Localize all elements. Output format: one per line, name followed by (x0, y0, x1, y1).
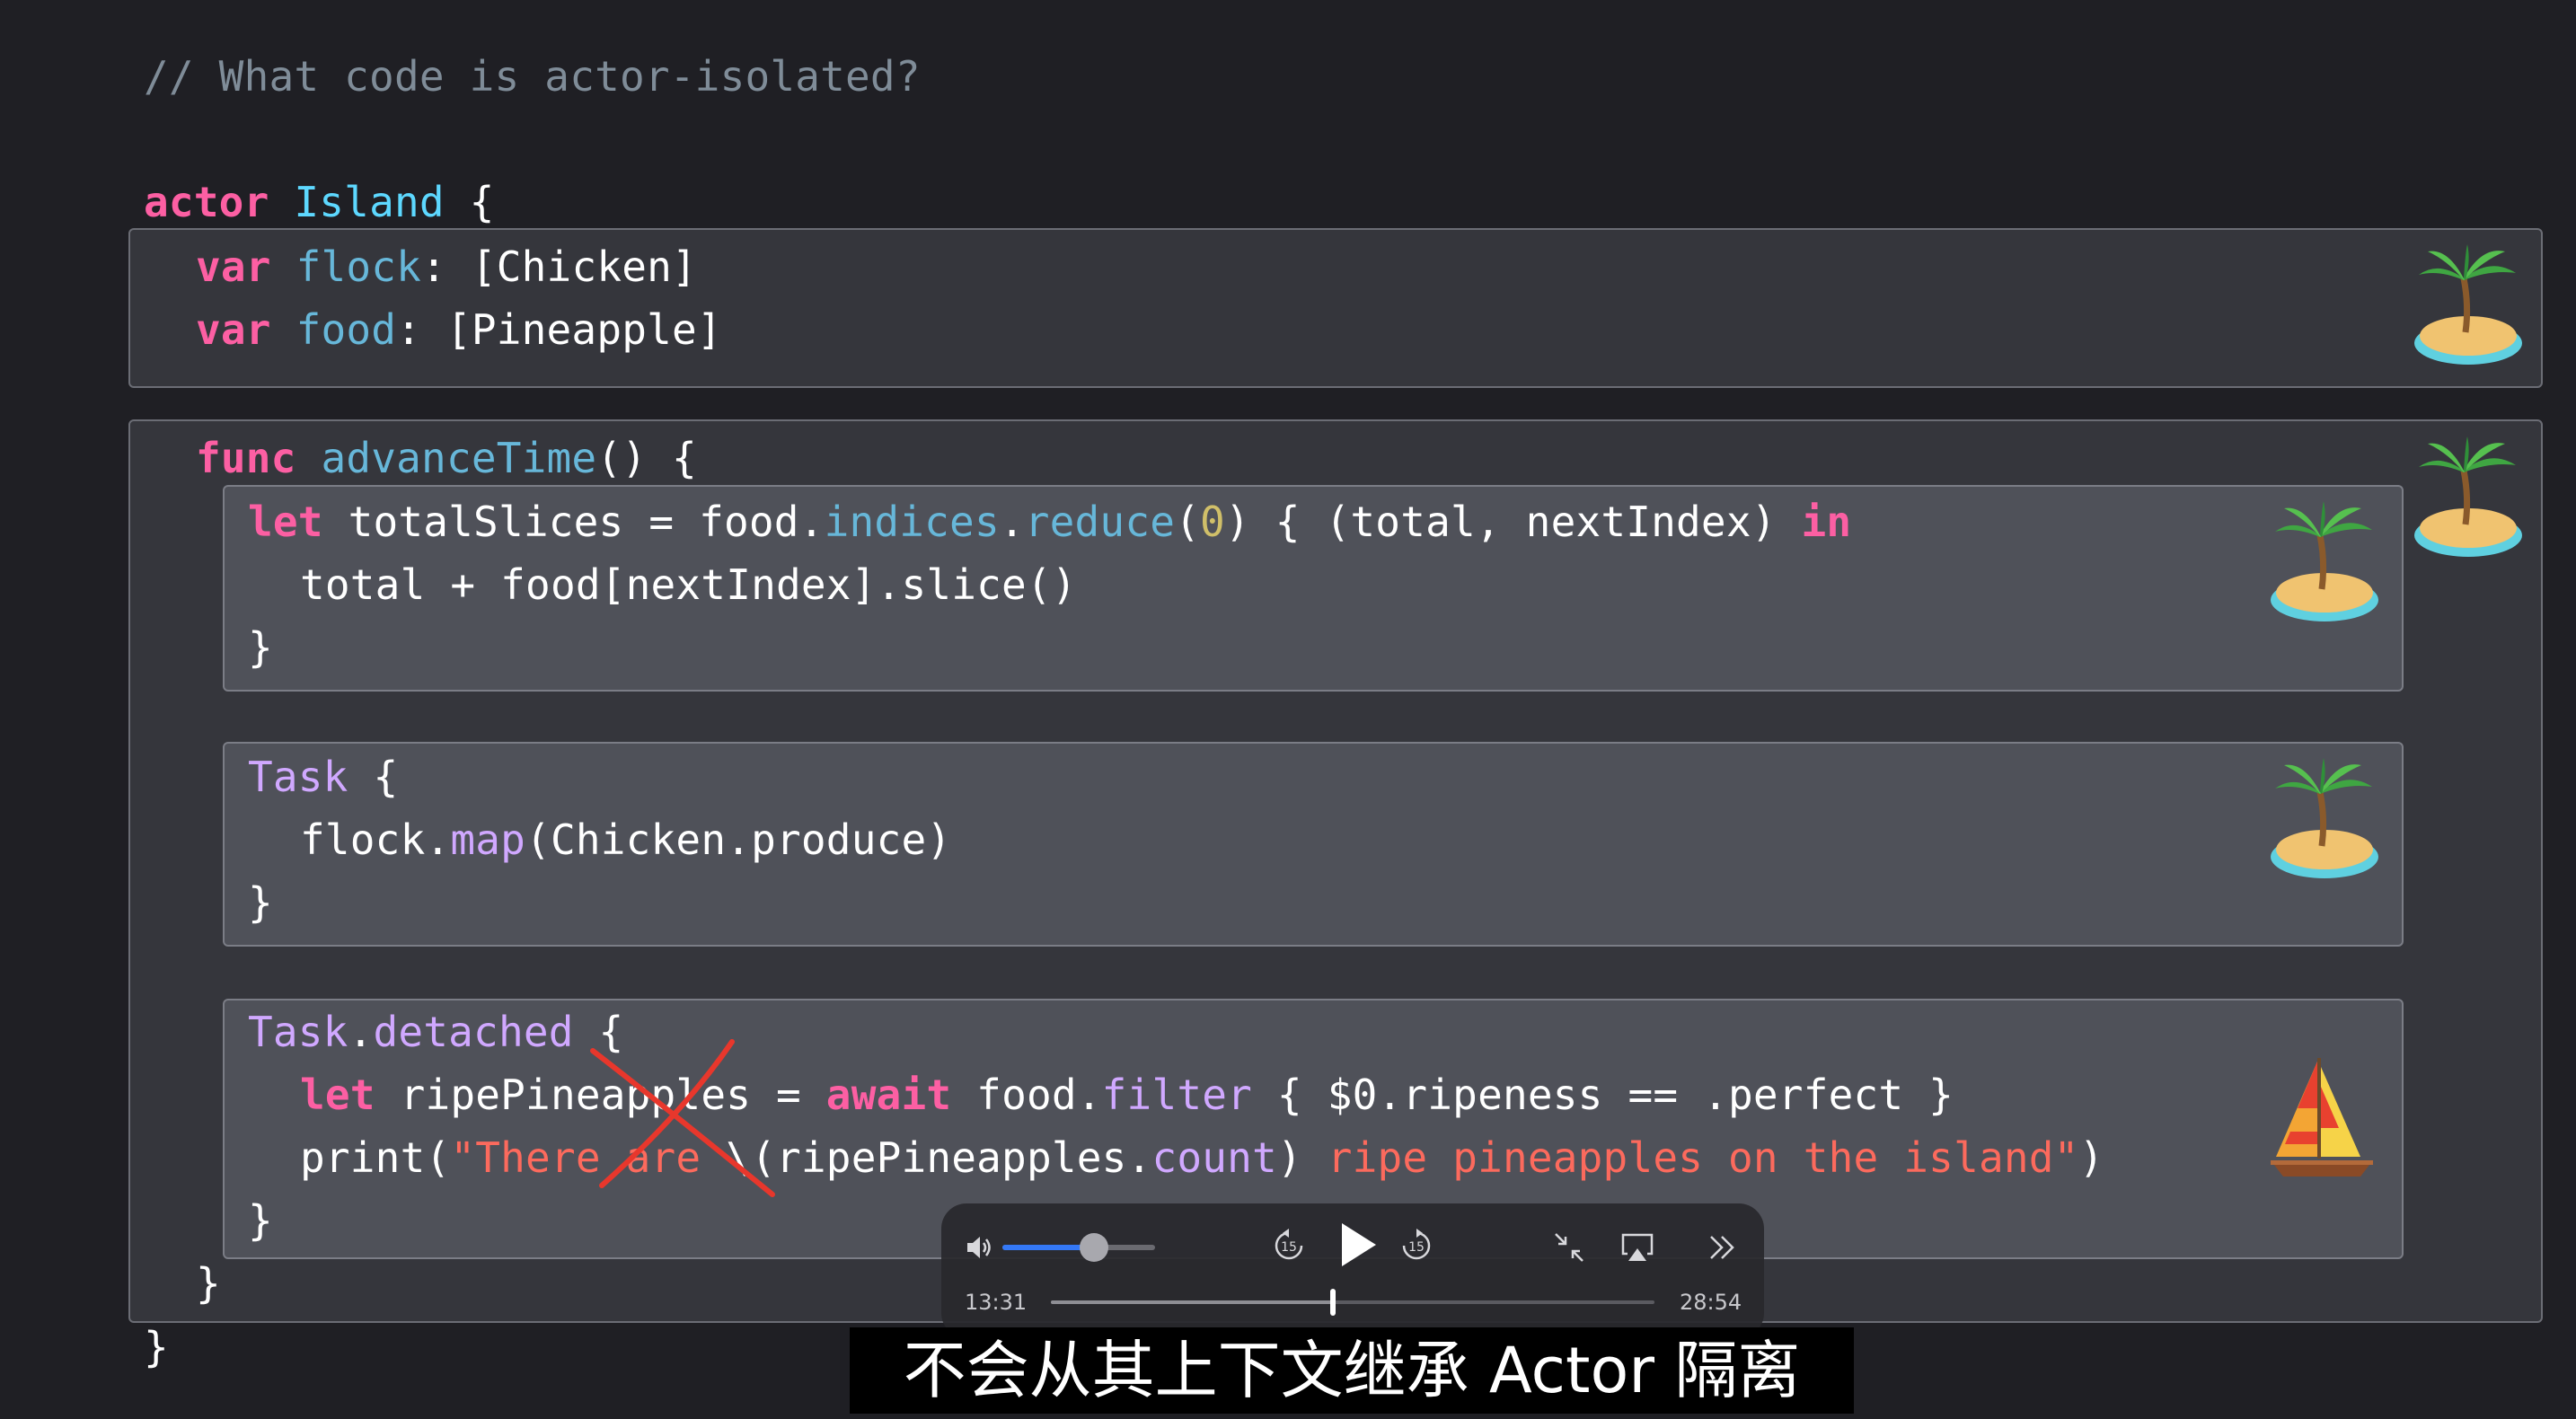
detached-line-3: print("There are \(ripePineapples.count)… (300, 1126, 2104, 1189)
task-line-2: flock.map(Chicken.produce) (300, 808, 951, 871)
code-text: print( (300, 1133, 451, 1182)
await-keyword: await (825, 1071, 952, 1119)
subtitle-caption: 不会从其上下文继承 Actor 隔离 (850, 1327, 1854, 1414)
code-comment: // What code is actor-isolated? (144, 52, 921, 101)
sailboat-icon (2271, 1058, 2373, 1177)
volume-slider-track[interactable] (1002, 1233, 1155, 1262)
let-keyword: let (300, 1071, 375, 1119)
number-literal: 0 (1200, 498, 1225, 546)
let-keyword: let (248, 498, 323, 546)
reduce-line-2: total + food[nextIndex].slice() (300, 560, 1077, 609)
indices-property: indices (824, 498, 1000, 546)
flock-property: flock (296, 242, 422, 291)
skip-forward-seconds: 15 (1408, 1240, 1425, 1255)
map-method: map (450, 815, 526, 864)
task-type: Task (248, 753, 348, 801)
island-icon (2271, 758, 2378, 878)
code-text: flock. (300, 815, 451, 864)
play-icon[interactable] (1329, 1218, 1383, 1272)
code-text: { $0.ripeness == .perfect } (1252, 1071, 1954, 1119)
var-flock-line: var flock: [Chicken] (196, 235, 697, 298)
airplay-icon[interactable] (1620, 1230, 1654, 1265)
volume-slider-knob[interactable] (1080, 1233, 1108, 1262)
island-icon (2414, 436, 2522, 557)
actor-close-brace: } (144, 1323, 169, 1371)
task-line-3: } (248, 878, 273, 927)
count-property: count (1151, 1133, 1277, 1182)
string-literal: ripe pineapples on the island" (1327, 1133, 2079, 1182)
food-type: : [Pineapple] (396, 305, 722, 354)
island-icon (2414, 244, 2522, 365)
var-keyword: var (196, 305, 271, 354)
code-text: totalSlices = food. (322, 498, 825, 546)
task-type: Task (248, 1008, 348, 1056)
current-time: 13:31 (965, 1290, 1028, 1315)
code-text: ) { (total, nextIndex) (1224, 498, 1802, 546)
detached-line-1: Task.detached { (248, 1000, 623, 1063)
progress-scrubber[interactable] (1330, 1289, 1337, 1316)
skip-forward-15-icon[interactable]: 15 (1398, 1227, 1435, 1265)
code-text: ( (1175, 498, 1201, 546)
actor-keyword: actor (144, 178, 269, 226)
progress-fill (1051, 1300, 1334, 1304)
in-keyword: in (1801, 498, 1852, 546)
task-line-1: Task { (248, 745, 398, 808)
func-signature: () { (596, 434, 697, 482)
filter-method: filter (1101, 1071, 1253, 1119)
code-text: ) (1276, 1133, 1328, 1182)
exit-fullscreen-icon[interactable] (1552, 1230, 1586, 1265)
red-cross-mark-icon (590, 1039, 775, 1197)
skip-back-seconds: 15 (1281, 1240, 1297, 1255)
flock-type: : [Chicken] (421, 242, 697, 291)
code-text: . (348, 1008, 374, 1056)
actor-declaration-line: actor Island { (144, 171, 495, 234)
detached-line-4: } (248, 1196, 273, 1245)
actor-name: Island (294, 178, 445, 226)
skip-back-15-icon[interactable]: 15 (1270, 1227, 1308, 1265)
island-icon (2271, 501, 2378, 621)
food-property: food (296, 305, 397, 354)
volume-icon[interactable] (965, 1234, 995, 1261)
func-declaration-line: func advanceTime() { (196, 427, 697, 489)
more-icon[interactable] (1707, 1232, 1739, 1263)
progress-track[interactable] (1051, 1289, 1654, 1316)
reduce-line-3: } (248, 623, 273, 672)
func-keyword: func (196, 434, 296, 482)
code-text: (Chicken.produce) (525, 815, 952, 864)
var-keyword: var (196, 242, 271, 291)
video-player-controls: 15 15 13:31 28:54 (941, 1203, 1764, 1338)
func-name: advanceTime (321, 434, 597, 482)
var-food-line: var food: [Pineapple] (196, 298, 722, 361)
reduce-method: reduce (1024, 498, 1176, 546)
code-text: food. (951, 1071, 1102, 1119)
code-text: . (999, 498, 1025, 546)
total-time: 28:54 (1680, 1290, 1742, 1315)
reduce-line-1: let totalSlices = food.indices.reduce(0)… (248, 490, 1851, 553)
func-close-brace: } (196, 1259, 221, 1308)
detached-method: detached (373, 1008, 574, 1056)
code-text: { (348, 753, 399, 801)
code-text: ) (2078, 1133, 2104, 1182)
detached-line-2: let ripePineapples = await food.filter {… (300, 1063, 1954, 1126)
actor-open-brace: { (444, 178, 495, 226)
